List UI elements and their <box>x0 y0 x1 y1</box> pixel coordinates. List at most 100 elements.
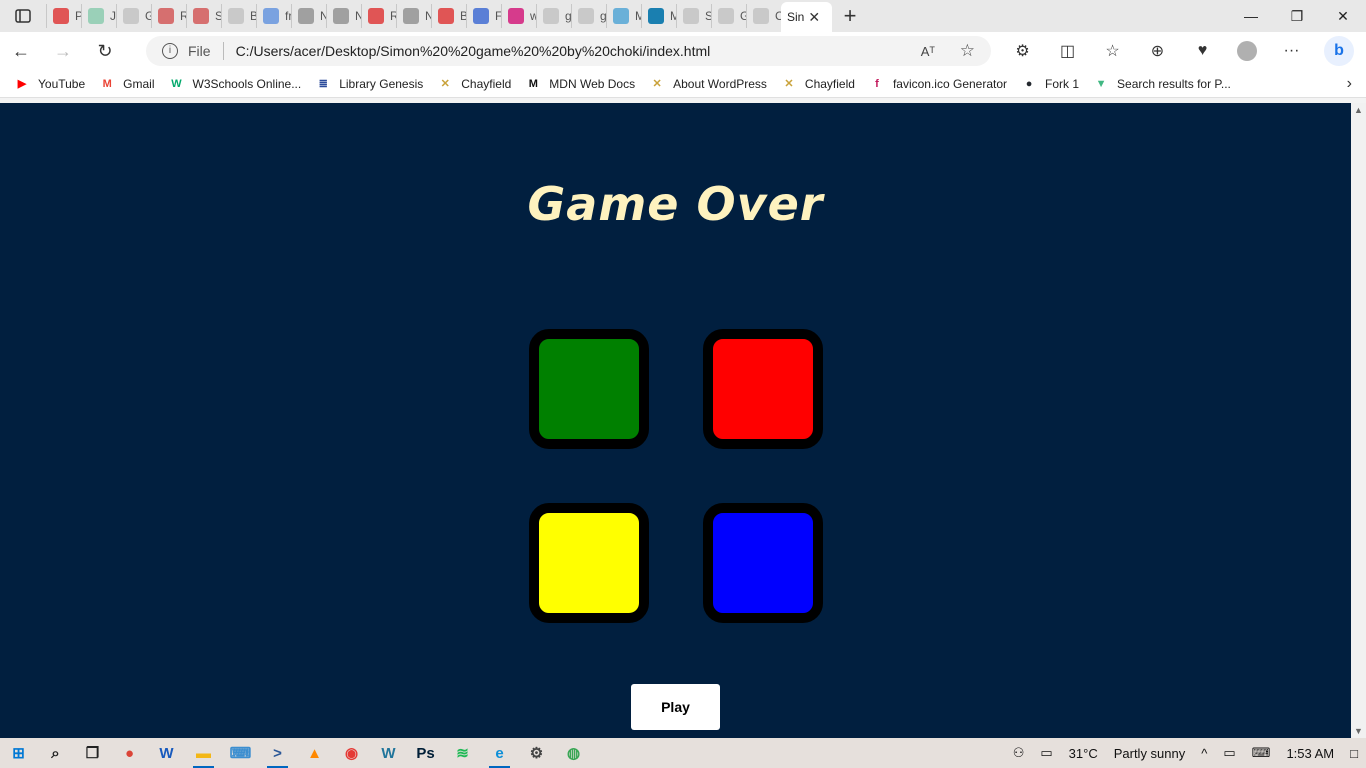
tab[interactable]: Bla <box>221 4 256 28</box>
url-divider <box>222 42 224 60</box>
url-field[interactable]: i File C:/Users/acer/Desktop/Simon%20%20… <box>146 36 991 66</box>
forward-button[interactable]: → <box>42 41 84 62</box>
restore-button[interactable]: ❐ <box>1274 8 1320 25</box>
people-icon[interactable]: ⚇ <box>1013 745 1025 761</box>
taskbar-chrome-button[interactable]: ● <box>111 738 148 768</box>
keyboard-icon[interactable]: ⌨ <box>1252 745 1271 761</box>
taskbar-keyboard-button[interactable]: ⌨ <box>222 738 259 768</box>
taskbar-word-button[interactable]: W <box>148 738 185 768</box>
tab[interactable]: Me <box>606 4 641 28</box>
back-button[interactable]: ← <box>0 41 42 62</box>
bookmark-item[interactable]: ● Fork 1 <box>1021 76 1079 92</box>
new-tab-button[interactable]: + <box>832 3 868 29</box>
taskbar-globe-button[interactable]: ◍ <box>555 738 592 768</box>
scroll-up-icon[interactable]: ▲ <box>1354 105 1363 115</box>
page-scrollbar[interactable]: ▲ ▼ <box>1351 103 1366 738</box>
taskbar-vlc-button[interactable]: ▲ <box>296 738 333 768</box>
tray-chevron-icon[interactable]: ^ <box>1201 746 1207 761</box>
scroll-down-icon[interactable]: ▼ <box>1354 726 1363 736</box>
tab-list: PeJavGrReSnBlafreNeNeReNeBuFowvgcgcMeMeS… <box>46 0 781 32</box>
red-button[interactable] <box>703 329 823 449</box>
tab[interactable]: Re <box>151 4 186 28</box>
tab[interactable]: Gr <box>116 4 151 28</box>
taskbar-settings-button[interactable]: ⚙ <box>518 738 555 768</box>
tab[interactable]: Fo <box>466 4 501 28</box>
bookmark-item[interactable]: ✕ Chayfield <box>437 76 512 92</box>
vlc-icon: ▲ <box>307 744 322 762</box>
profile-avatar[interactable] <box>1237 41 1257 61</box>
yellow-button[interactable] <box>529 503 649 623</box>
taskbar-start-button[interactable]: ⊞ <box>0 738 37 768</box>
bookmark-item[interactable]: M Gmail <box>99 76 155 92</box>
taskbar-explorer-button[interactable]: ▬ <box>185 738 222 768</box>
collections-icon[interactable]: ⊕ <box>1135 41 1180 61</box>
taskbar-edge-button[interactable]: e <box>481 738 518 768</box>
tab[interactable]: Pe <box>46 4 81 28</box>
tab[interactable]: gc <box>571 4 606 28</box>
tab[interactable]: Ne <box>396 4 431 28</box>
taskbar-powershell-button[interactable]: > <box>259 738 296 768</box>
bookmark-item[interactable]: ▶ YouTube <box>14 76 85 92</box>
green-button[interactable] <box>529 329 649 449</box>
tab[interactable]: wv <box>501 4 536 28</box>
notifications-icon[interactable]: □ <box>1350 746 1358 761</box>
tab[interactable]: Re <box>361 4 396 28</box>
battery-icon[interactable]: ▭ <box>1223 745 1235 761</box>
tab-favicon-icon <box>613 8 629 24</box>
favorites-icon[interactable]: ☆ <box>1090 41 1135 61</box>
close-window-button[interactable]: ✕ <box>1320 8 1366 25</box>
extensions-icon[interactable]: ⚙ <box>1000 41 1045 61</box>
url-text[interactable]: C:/Users/acer/Desktop/Simon%20%20game%20… <box>236 43 711 59</box>
tab[interactable]: Jav <box>81 4 116 28</box>
tab[interactable]: Ne <box>326 4 361 28</box>
weather-text[interactable]: Partly sunny <box>1114 746 1186 761</box>
tab[interactable]: Bu <box>431 4 466 28</box>
more-menu-icon[interactable]: ··· <box>1269 42 1314 60</box>
bookmark-item[interactable]: f favicon.ico Generator <box>869 76 1007 92</box>
tab-actions-button[interactable] <box>0 0 46 32</box>
close-tab-icon[interactable]: ✕ <box>808 9 820 26</box>
bing-chat-icon[interactable]: b <box>1324 36 1354 66</box>
tab-favicon-icon <box>88 8 104 24</box>
taskbar-search-button[interactable]: ⌕ <box>37 738 74 768</box>
taskbar-recorder-button[interactable]: ◉ <box>333 738 370 768</box>
bookmark-item[interactable]: ▼ Search results for P... <box>1093 76 1231 92</box>
split-screen-icon[interactable]: ◫ <box>1045 41 1090 61</box>
tab[interactable]: fre <box>256 4 291 28</box>
minimize-button[interactable]: — <box>1228 8 1274 25</box>
bookmarks-more-icon[interactable]: › <box>1347 75 1352 93</box>
bookmarks-bar: ▶ YouTube M Gmail W W3Schools Online... ≣ Libra… <box>0 70 1366 98</box>
bookmark-icon: ✕ <box>784 77 794 90</box>
blue-button[interactable] <box>703 503 823 623</box>
tab-favicon-icon <box>578 8 594 24</box>
read-aloud-icon[interactable]: Aᵀ <box>921 44 935 59</box>
reload-button[interactable]: ↻ <box>84 41 126 62</box>
favorite-star-icon[interactable]: ☆ <box>960 41 975 61</box>
tab[interactable]: Ne <box>291 4 326 28</box>
bookmark-item[interactable]: ≣ Library Genesis <box>315 76 424 92</box>
tab-active[interactable]: Sin ✕ <box>781 2 832 32</box>
tab-label: Sin <box>787 10 805 24</box>
taskbar-photoshop-button[interactable]: Ps <box>407 738 444 768</box>
bookmark-item[interactable]: M MDN Web Docs <box>525 76 635 92</box>
performance-icon[interactable]: ♥ <box>1180 42 1225 60</box>
tab[interactable]: Cc <box>746 4 781 28</box>
tab[interactable]: Me <box>641 4 676 28</box>
tab[interactable]: Sn <box>186 4 221 28</box>
weather-icon[interactable]: ▭ <box>1040 745 1052 761</box>
taskbar-task-view-button[interactable]: ❐ <box>74 738 111 768</box>
tab[interactable]: Gr <box>711 4 746 28</box>
taskbar-wordpress-button[interactable]: W <box>370 738 407 768</box>
bookmark-item[interactable]: ✕ Chayfield <box>781 76 855 92</box>
tab[interactable]: gc <box>536 4 571 28</box>
tab-favicon-icon <box>333 8 349 24</box>
clock[interactable]: 1:53 AM <box>1286 746 1334 761</box>
site-info-icon[interactable]: i <box>162 43 178 59</box>
bookmark-item[interactable]: ✕ About WordPress <box>649 76 766 92</box>
temperature[interactable]: 31°C <box>1069 746 1098 761</box>
tab[interactable]: Sh <box>676 4 711 28</box>
bookmark-label: Library Genesis <box>339 76 424 91</box>
bookmark-item[interactable]: W W3Schools Online... <box>169 76 301 92</box>
taskbar-spotify-button[interactable]: ≋ <box>444 738 481 768</box>
play-button[interactable]: Play <box>631 684 720 730</box>
